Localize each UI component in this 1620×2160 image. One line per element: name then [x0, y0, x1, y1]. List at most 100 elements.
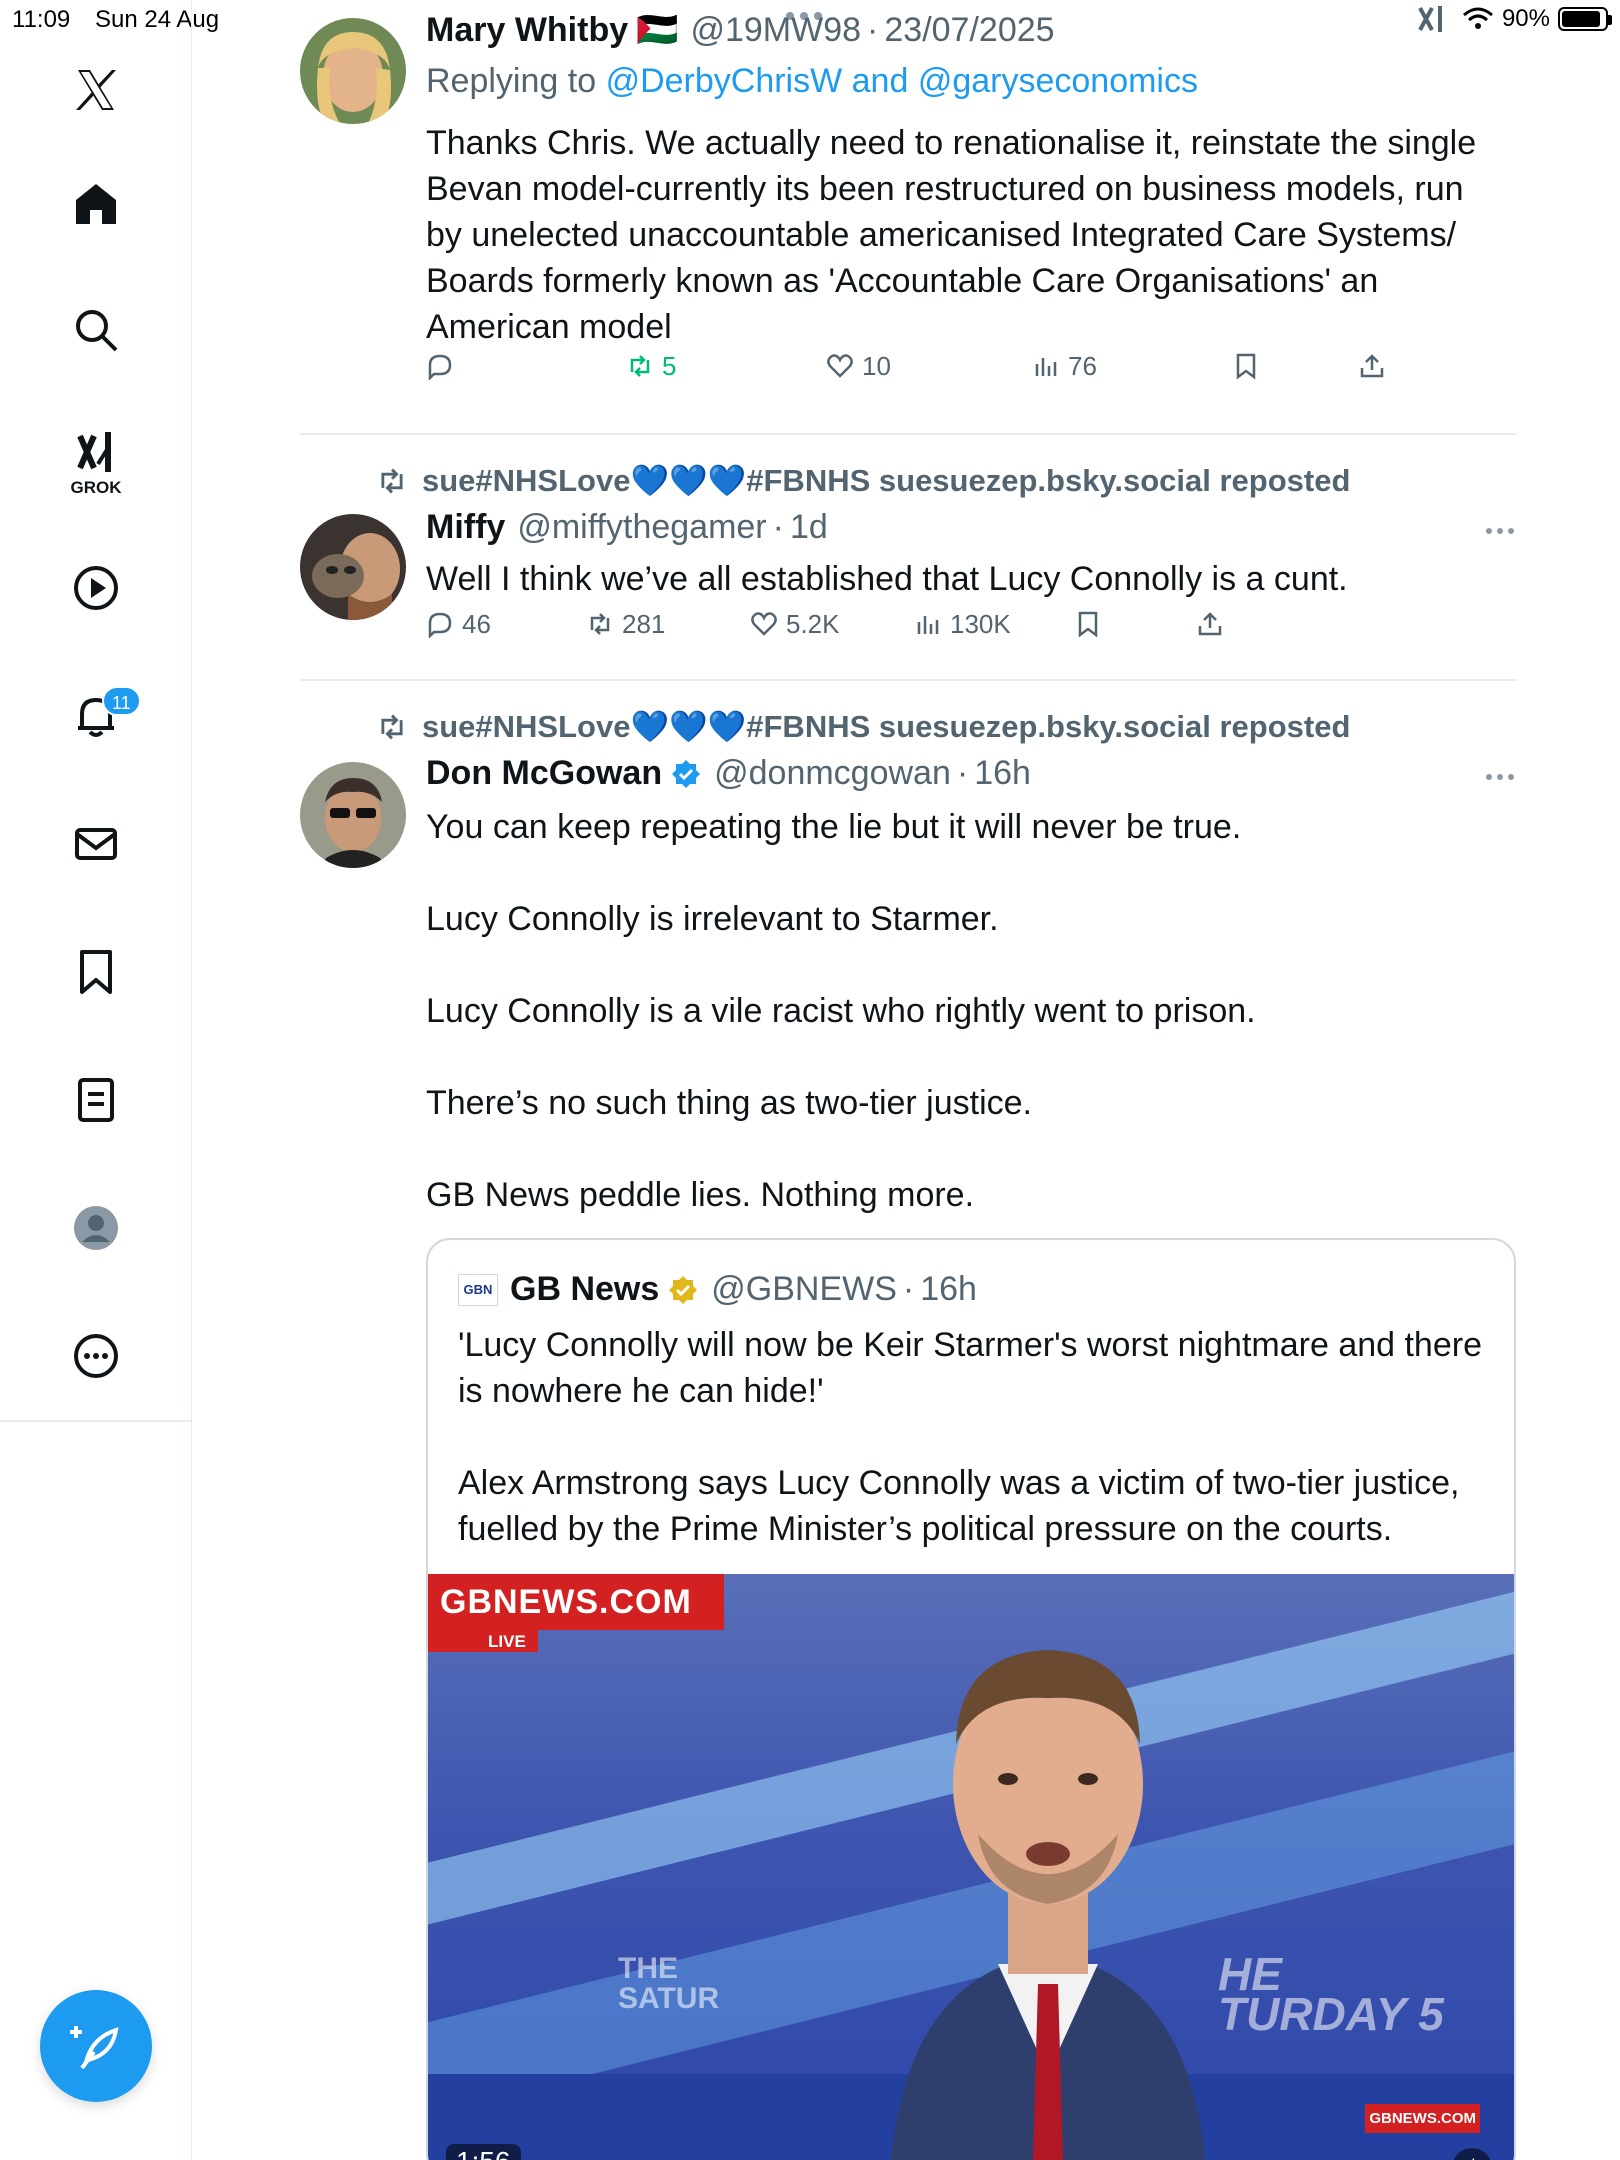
status-right: 90% — [1418, 4, 1612, 34]
verified-gold-badge-icon — [669, 1275, 698, 1304]
tweet-divider — [300, 679, 1517, 681]
notification-badge: 11 — [102, 686, 141, 716]
views-button[interactable]: 130K — [914, 609, 1011, 640]
like-count: 5.2K — [786, 608, 840, 639]
wifi-icon — [1462, 7, 1493, 29]
quoted-tweet[interactable]: GBN GB News @GBNEWS · 16h 'Lucy Connolly… — [426, 1238, 1516, 2160]
author-name[interactable]: Miffy — [426, 508, 505, 547]
reply-count: 46 — [462, 608, 491, 639]
tweet-paragraph: You can keep repeating the lie but it wi… — [426, 808, 1242, 846]
sidebar-divider — [0, 1420, 192, 1422]
grok-label: GROK — [70, 478, 122, 497]
presenter-image — [890, 1650, 1206, 2160]
author-handle[interactable]: @donmcgowan — [714, 754, 951, 793]
video-corner-logo: GBNEWS.COM — [1365, 2104, 1480, 2133]
mute-button[interactable] — [1452, 2148, 1492, 2160]
tweet-paragraph: GB News peddle lies. Nothing more. — [426, 1176, 975, 1214]
compose-button[interactable] — [40, 1990, 152, 2102]
studio-watermark: THE SATUR — [618, 1952, 720, 2015]
list-icon[interactable] — [56, 1060, 136, 1140]
author-name[interactable]: Don McGowan — [426, 754, 662, 793]
battery-icon — [1558, 7, 1612, 31]
reply-button[interactable]: 46 — [426, 609, 491, 640]
tweet-header: Mary Whitby 🇵🇸 @19MW98 · 23/07/2025 — [426, 11, 1055, 50]
quote-header: GBN GB News @GBNEWS · 16h — [458, 1270, 977, 1309]
tweet-paragraph: Well I think we’ve all established that … — [426, 560, 1348, 598]
live-label: LIVE — [488, 1632, 526, 1651]
video-player[interactable]: THE SATUR HE TURDAY 5 GBNEWS.COM LIVE GB… — [428, 1574, 1514, 2160]
more-options-icon[interactable] — [1486, 774, 1514, 780]
repost-button[interactable]: 281 — [586, 609, 665, 640]
tweet-time[interactable]: 16h — [974, 754, 1031, 793]
video-duration: 1:56 — [446, 2144, 521, 2160]
video-banner: GBNEWS.COM — [428, 1574, 724, 1630]
avatar[interactable] — [300, 18, 406, 124]
tweet-paragraph: There’s no such thing as two-tier justic… — [426, 1084, 1032, 1122]
reply-context: Replying to @DerbyChrisW and @garysecono… — [426, 62, 1198, 101]
bookmark-icon[interactable] — [56, 932, 136, 1012]
verified-badge-icon — [672, 759, 701, 788]
search-icon[interactable] — [56, 290, 136, 370]
tweet-text: Thanks Chris. We actually need to renati… — [426, 120, 1506, 350]
reply-icon — [428, 612, 452, 638]
heart-icon — [827, 354, 853, 378]
tweet-header: Don McGowan @donmcgowan · 16h — [426, 754, 1031, 793]
tweet-text: You can keep repeating the lie but it wi… — [426, 804, 1506, 1218]
quote-time[interactable]: 16h — [920, 1270, 977, 1309]
battery-percent: 90% — [1501, 5, 1550, 32]
author-name[interactable]: Mary Whitby — [426, 11, 628, 50]
author-handle[interactable]: @miffythegamer — [517, 508, 766, 547]
bookmark-button[interactable] — [1232, 352, 1260, 380]
reply-to-link[interactable]: @DerbyChrisW and @garyseconomics — [606, 62, 1198, 100]
repost-by[interactable]: sue#NHSLove💙💙💙#FBNHS suesuezep.bsky.soci… — [422, 462, 1350, 499]
views-icon — [917, 616, 939, 634]
like-button[interactable]: 5.2K — [750, 609, 840, 640]
quote-author-name[interactable]: GB News — [510, 1270, 659, 1309]
repost-button[interactable]: 5 — [626, 351, 676, 382]
repost-context: sue#NHSLove💙💙💙#FBNHS suesuezep.bsky.soci… — [376, 462, 1350, 499]
mail-icon[interactable] — [56, 804, 136, 884]
compose-icon — [70, 2026, 119, 2070]
share-button[interactable] — [1358, 352, 1386, 380]
bookmark-button[interactable] — [1074, 610, 1102, 638]
reply-prefix: Replying to — [426, 62, 597, 100]
xai-icon — [1418, 6, 1442, 32]
quote-text: 'Lucy Connolly will now be Keir Starmer'… — [458, 1322, 1498, 1598]
repost-count: 281 — [622, 608, 666, 639]
avatar[interactable] — [300, 762, 406, 868]
more-options-icon[interactable] — [1486, 528, 1514, 534]
views-icon — [1035, 358, 1057, 376]
play-icon[interactable] — [56, 548, 136, 628]
home-icon[interactable] — [56, 164, 136, 244]
author-handle[interactable]: @19MW98 — [690, 11, 861, 50]
heart-icon — [751, 612, 777, 636]
share-icon — [1360, 354, 1384, 378]
studio-watermark: HE TURDAY 5 — [1218, 1948, 1444, 2040]
tweet-paragraph: Lucy Connolly is a vile racist who right… — [426, 992, 1256, 1030]
tweet-header: Miffy @miffythegamer · 1d — [426, 508, 828, 547]
like-count: 10 — [862, 350, 891, 381]
like-button[interactable]: 10 — [826, 351, 891, 382]
quote-paragraph: Alex Armstrong says Lucy Connolly was a … — [458, 1464, 1460, 1548]
profile-icon[interactable] — [56, 1188, 136, 1268]
repost-icon — [630, 355, 650, 377]
avatar[interactable] — [300, 514, 406, 620]
tweet-text: Well I think we’ve all established that … — [426, 556, 1506, 602]
quote-author-handle[interactable]: @GBNEWS — [711, 1270, 897, 1309]
tweet-paragraph: Lucy Connolly is irrelevant to Starmer. — [426, 900, 999, 938]
repost-icon — [381, 714, 403, 739]
repost-by[interactable]: sue#NHSLove💙💙💙#FBNHS suesuezep.bsky.soci… — [422, 708, 1350, 745]
tweet-paragraph: Thanks Chris. We actually need to renati… — [426, 124, 1477, 346]
more-icon[interactable] — [56, 1316, 136, 1396]
tweet-divider — [300, 433, 1517, 435]
tweet-time[interactable]: 1d — [790, 508, 828, 547]
x-logo-icon[interactable] — [56, 50, 136, 130]
tweet-time[interactable]: 23/07/2025 — [884, 11, 1054, 50]
views-count: 76 — [1068, 350, 1097, 381]
views-count: 130K — [950, 608, 1011, 639]
share-button[interactable] — [1196, 610, 1224, 638]
reply-button[interactable] — [426, 352, 462, 380]
views-button[interactable]: 76 — [1032, 351, 1097, 382]
repost-icon — [381, 468, 403, 493]
quote-paragraph: 'Lucy Connolly will now be Keir Starmer'… — [458, 1326, 1482, 1410]
